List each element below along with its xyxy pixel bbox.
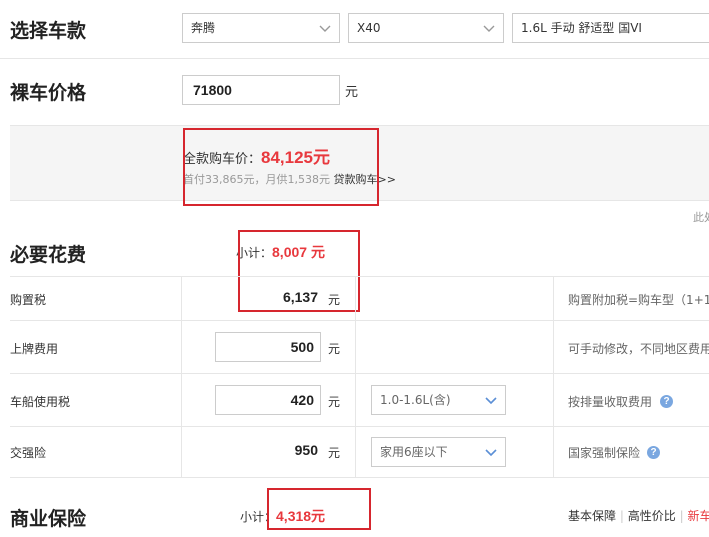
purchase-tax-unit: 元 — [328, 293, 341, 307]
fee-name-registration: 上牌费用 — [10, 342, 59, 356]
column-divider — [355, 276, 356, 477]
chevron-down-icon — [485, 397, 497, 405]
vehicle-tax-input[interactable]: 420 — [215, 385, 321, 415]
highlight-box — [183, 128, 379, 206]
table-divider — [10, 276, 709, 277]
vehicle-tax-unit: 元 — [328, 395, 341, 409]
help-icon[interactable]: ? — [647, 446, 660, 459]
chevron-down-icon — [485, 449, 497, 457]
bare-price-unit: 元 — [345, 85, 359, 100]
purchase-tax-note: 购置附加税=购车型（1+1 — [568, 293, 709, 307]
bare-price-title: 裸车价格 — [10, 82, 87, 104]
model-select[interactable]: X40 — [348, 13, 504, 43]
select-car-title: 选择车款 — [10, 20, 87, 42]
highlight-box — [267, 488, 371, 530]
brand-select[interactable]: 奔腾 — [182, 13, 340, 43]
fee-name-purchase-tax: 购置税 — [10, 293, 47, 307]
fee-name-vehicle-tax: 车船使用税 — [10, 395, 71, 409]
tab-new-car[interactable]: 新车 — [687, 509, 709, 523]
registration-fee-note: 可手动修改，不同地区费用 — [568, 342, 709, 356]
compulsory-insurance-value: 950 — [294, 442, 318, 458]
insurance-plan-tabs: 基本保障 | 高性价比 | 新车 — [568, 507, 709, 524]
brand-select-value: 奔腾 — [191, 21, 216, 35]
compulsory-insurance-note: 国家强制保险 — [568, 446, 641, 460]
vehicle-tax-note: 按排量收取费用 — [568, 395, 653, 409]
table-divider — [10, 426, 709, 427]
tab-basic[interactable]: 基本保障 — [568, 509, 616, 523]
tab-value[interactable]: 高性价比 — [628, 509, 676, 523]
compulsory-insurance-unit: 元 — [328, 446, 341, 460]
tab-separator: | — [619, 509, 624, 523]
displacement-select-value: 1.0-1.6L(含) — [380, 393, 451, 407]
table-divider — [10, 320, 709, 321]
trim-select-value: 1.6L 手动 舒适型 国VI — [521, 21, 642, 35]
registration-fee-unit: 元 — [328, 342, 341, 356]
column-divider — [553, 276, 554, 477]
table-divider — [10, 477, 709, 478]
displacement-select[interactable]: 1.0-1.6L(含) — [371, 385, 506, 415]
seat-type-select[interactable]: 家用6座以下 — [371, 437, 506, 467]
table-divider — [10, 373, 709, 374]
purchase-tax-value: 6,137 — [282, 289, 318, 305]
tab-separator: | — [679, 509, 684, 523]
trim-select[interactable]: 1.6L 手动 舒适型 国VI — [512, 13, 709, 43]
registration-fee-input[interactable]: 500 — [215, 332, 321, 362]
divider — [0, 58, 709, 59]
side-hint-text: 此处 — [693, 211, 709, 224]
required-fees-title: 必要花费 — [10, 244, 87, 266]
bare-price-input[interactable]: 71800 — [182, 75, 340, 105]
column-divider — [181, 276, 182, 477]
chevron-down-icon — [319, 25, 331, 32]
model-select-value: X40 — [357, 21, 381, 35]
seat-type-select-value: 家用6座以下 — [380, 445, 448, 459]
chevron-down-icon — [483, 25, 495, 32]
fee-name-compulsory-insurance: 交强险 — [10, 446, 47, 460]
help-icon[interactable]: ? — [660, 395, 673, 408]
commercial-insurance-title: 商业保险 — [10, 508, 87, 530]
